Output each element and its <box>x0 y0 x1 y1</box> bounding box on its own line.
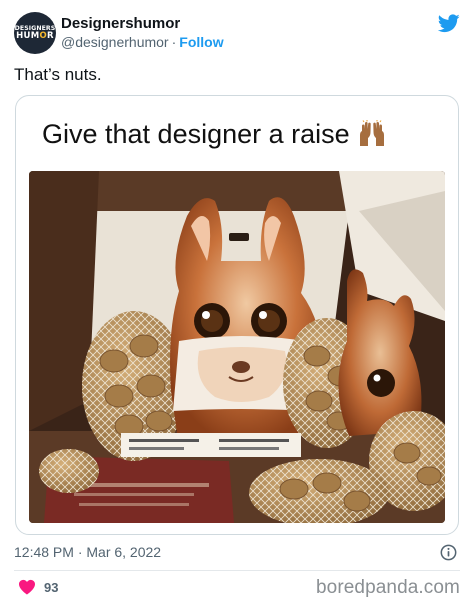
source-watermark: boredpanda.com <box>315 577 460 598</box>
twitter-bird-icon[interactable] <box>438 14 460 33</box>
tweet-text: That’s nuts. <box>14 65 102 84</box>
heart-icon[interactable] <box>18 579 36 595</box>
avatar[interactable]: DESIGNERS HUMOR <box>14 12 56 54</box>
display-name[interactable]: Designershumor <box>61 14 224 33</box>
tweet-media[interactable]: Give that designer a raise <box>15 95 459 535</box>
follow-button[interactable]: Follow <box>179 34 223 50</box>
avatar-text-bottom: HUMOR <box>16 31 54 41</box>
like-action[interactable]: 93 <box>18 579 58 595</box>
meme-caption-text: Give that designer a raise <box>42 119 350 149</box>
tweet-timestamp[interactable]: 12:48 PM · Mar 6, 2022 <box>14 543 161 562</box>
like-count: 93 <box>44 579 59 595</box>
meme-caption: Give that designer a raise <box>42 118 388 150</box>
raising-hands-icon <box>359 120 384 146</box>
tweet-header: DESIGNERS HUMOR Designershumor @designer… <box>14 12 460 56</box>
author-info: Designershumor @designerhumor · Follow <box>61 14 224 52</box>
handle-row: @designerhumor · Follow <box>61 33 224 52</box>
divider <box>14 570 460 571</box>
info-icon[interactable] <box>440 544 457 561</box>
handle[interactable]: @designerhumor <box>61 34 169 50</box>
squirrel-packaging-photo <box>29 171 445 523</box>
separator-dot: · <box>171 34 177 50</box>
